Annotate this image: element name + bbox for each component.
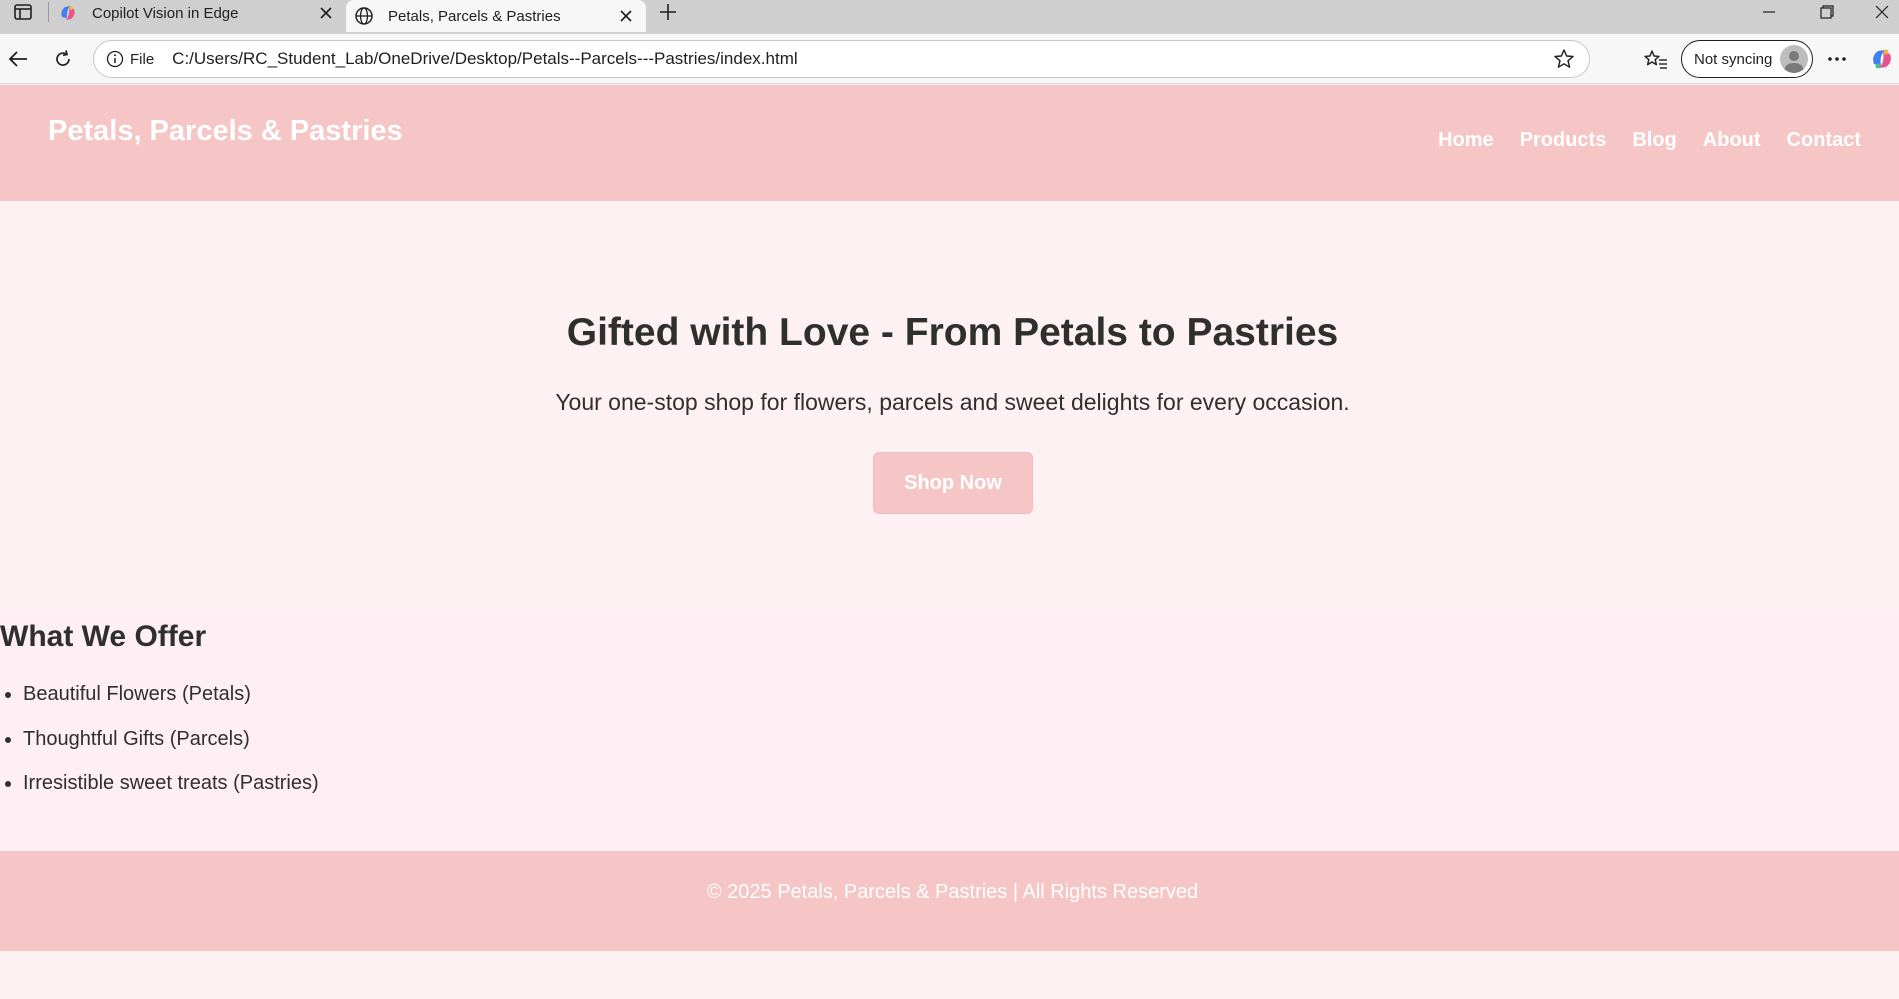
nav-link-contact[interactable]: Contact: [1787, 129, 1861, 152]
close-tab-icon[interactable]: [314, 1, 338, 25]
copilot-icon: [58, 3, 78, 23]
nav-link-home[interactable]: Home: [1438, 129, 1494, 152]
nav-link-blog[interactable]: Blog: [1632, 129, 1676, 152]
offer-title: What We Offer: [0, 620, 207, 653]
address-scheme-label: File: [130, 50, 155, 68]
favorite-star-icon[interactable]: [1547, 42, 1581, 76]
sync-status-label: Not syncing: [1694, 50, 1773, 68]
tab-title: Petals, Parcels & Pastries: [388, 7, 561, 25]
nav-link-about[interactable]: About: [1703, 129, 1761, 152]
hero-subtitle: Your one-stop shop for flowers, parcels …: [555, 389, 1350, 415]
hero-section: Gifted with Love - From Petals to Pastri…: [0, 201, 1899, 611]
sidebar-toggle-icon[interactable]: [4, 0, 42, 24]
close-window-icon[interactable]: [1856, 0, 1899, 24]
minimize-icon[interactable]: [1743, 0, 1795, 24]
close-tab-icon[interactable]: [614, 4, 638, 28]
back-arrow-icon[interactable]: [1, 42, 35, 76]
site-logo[interactable]: Petals, Parcels & Pastries: [48, 115, 403, 148]
address-bar[interactable]: File C:/Users/RC_Student_Lab/OneDrive/De…: [93, 40, 1590, 78]
tab-separator: [48, 2, 49, 22]
tab-copilot-vision[interactable]: Copilot Vision in Edge: [50, 0, 346, 26]
restore-icon[interactable]: [1801, 0, 1853, 24]
list-item: Thoughtful Gifts (Parcels): [0, 728, 319, 773]
offer-list: Beautiful Flowers (Petals) Thoughtful Gi…: [0, 683, 319, 817]
tab-petals-parcels-pastries[interactable]: Petals, Parcels & Pastries: [346, 0, 646, 32]
address-url[interactable]: C:/Users/RC_Student_Lab/OneDrive/Desktop…: [172, 49, 1547, 69]
site-header: Petals, Parcels & Pastries Home Products…: [0, 85, 1899, 201]
tab-title: Copilot Vision in Edge: [92, 4, 239, 22]
profile-sync-button[interactable]: Not syncing: [1681, 40, 1813, 78]
copilot-icon[interactable]: [1865, 42, 1899, 76]
favorites-list-icon[interactable]: [1639, 42, 1673, 76]
globe-icon: [354, 6, 374, 26]
shop-now-button[interactable]: Shop Now: [873, 452, 1033, 514]
footer-copyright: © 2025 Petals, Parcels & Pastries | All …: [706, 881, 1199, 903]
info-icon[interactable]: [104, 48, 126, 70]
offer-section: What We Offer Beautiful Flowers (Petals)…: [0, 611, 1899, 851]
browser-toolbar: File C:/Users/RC_Student_Lab/OneDrive/De…: [0, 34, 1899, 84]
site-footer: © 2025 Petals, Parcels & Pastries | All …: [0, 851, 1899, 951]
refresh-icon[interactable]: [46, 42, 80, 76]
list-item: Beautiful Flowers (Petals): [0, 683, 319, 728]
more-options-icon[interactable]: [1820, 42, 1854, 76]
site-nav: Home Products Blog About Contact: [1438, 129, 1861, 152]
avatar-icon: [1780, 45, 1808, 73]
new-tab-icon[interactable]: [652, 0, 684, 24]
browser-tab-strip: Copilot Vision in Edge Petals, Parcels &…: [0, 0, 1899, 34]
nav-link-products[interactable]: Products: [1520, 129, 1607, 152]
hero-title: Gifted with Love - From Petals to Pastri…: [566, 311, 1339, 354]
list-item: Irresistible sweet treats (Pastries): [0, 772, 319, 817]
